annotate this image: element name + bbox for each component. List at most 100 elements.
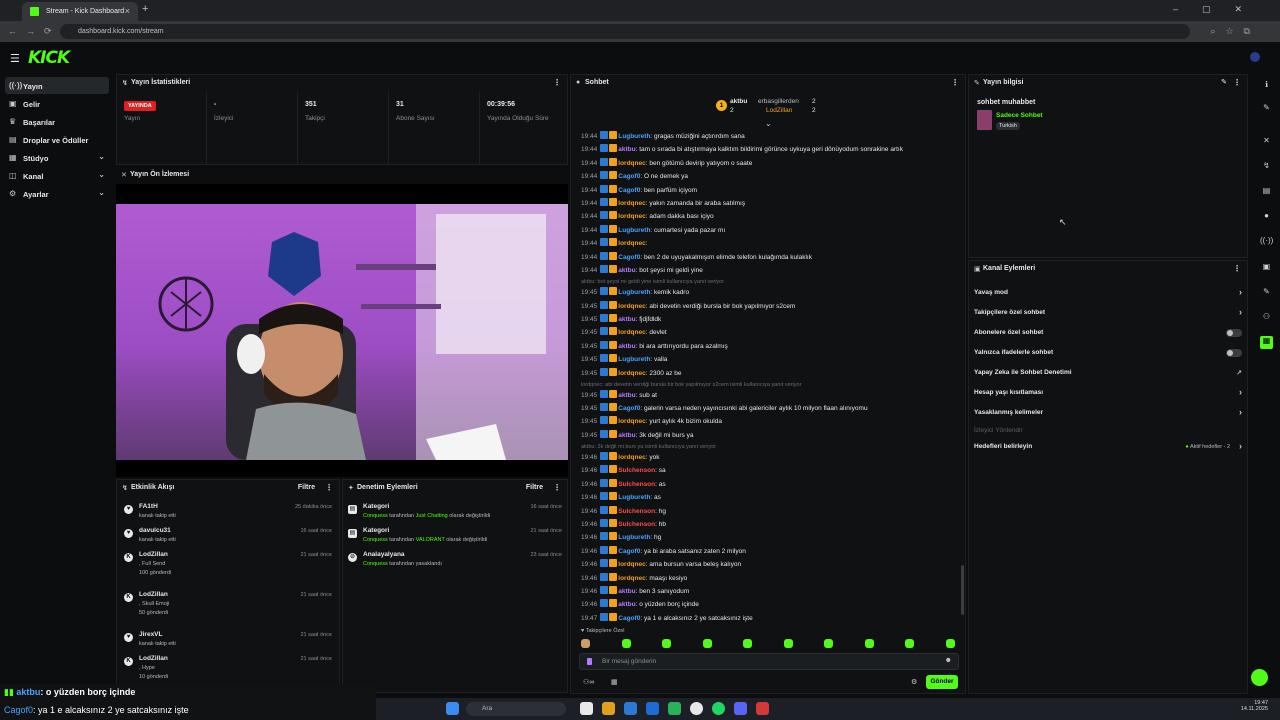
edit-rail-icon[interactable]: ✎ — [1260, 103, 1273, 116]
send-button[interactable]: Gönder — [926, 675, 958, 689]
users-rail-icon[interactable]: ⚇ — [1260, 312, 1273, 325]
filter-button[interactable]: Filtre — [526, 484, 543, 491]
more-icon[interactable]: ⋮ — [325, 483, 333, 492]
category-link[interactable]: Sadece Sohbet — [996, 112, 1043, 119]
sidebar-item-basarilar[interactable]: ♛ Başarılar — [5, 113, 109, 130]
obs-icon[interactable] — [756, 702, 769, 715]
message-user[interactable]: Cagof0 — [618, 173, 640, 180]
chat-scrollbar[interactable] — [961, 565, 964, 615]
active-rail-icon[interactable]: ▦ — [1260, 336, 1273, 349]
close-tab-icon[interactable]: × — [125, 6, 130, 16]
more-icon[interactable]: ⋮ — [1233, 78, 1241, 87]
emote-icon[interactable] — [864, 639, 874, 648]
action-banned-words[interactable]: Yasaklanmış kelimeler › — [974, 405, 1242, 421]
emote-icon[interactable] — [783, 639, 793, 648]
sidebar-item-yayin[interactable]: ((·)) Yayın — [5, 77, 109, 94]
message-user[interactable]: Sulchenson — [618, 467, 655, 474]
spotify-icon[interactable] — [712, 702, 725, 715]
message-user[interactable]: aktbu — [618, 267, 635, 274]
chrome-icon[interactable] — [690, 702, 703, 715]
message-user[interactable]: lordqnec — [618, 370, 645, 377]
sidebar-item-kanal[interactable]: ◫ Kanal ⌄ — [5, 167, 109, 184]
folder-icon[interactable] — [602, 702, 615, 715]
chat-tools-icon[interactable]: ⚇∞ — [583, 678, 594, 686]
activity-rail-icon[interactable]: ↯ — [1260, 161, 1273, 174]
emote-icon[interactable] — [945, 639, 955, 648]
message-user[interactable]: aktbu — [618, 392, 635, 399]
moderation-actor[interactable]: Conquess — [363, 561, 388, 567]
edit-icon[interactable]: ✎ — [1221, 78, 1227, 86]
message-user[interactable]: Lugbureth — [618, 133, 650, 140]
message-user[interactable]: lordqnec — [618, 213, 645, 220]
message-user[interactable]: Sulchenson — [618, 521, 655, 528]
action-subscribers-only[interactable]: Abonelere özel sohbet — [974, 325, 1242, 341]
chat-rail-icon[interactable]: ● — [1260, 211, 1273, 224]
message-user[interactable]: lordqnec — [618, 303, 645, 310]
message-user[interactable]: Sulchenson — [618, 481, 655, 488]
emote-icon[interactable] — [905, 639, 914, 648]
more-icon[interactable]: ⋮ — [553, 78, 561, 87]
message-user[interactable]: lordqnec — [618, 200, 645, 207]
message-user[interactable]: Lugbureth — [618, 227, 650, 234]
message-user[interactable]: Cagof0 — [618, 548, 640, 555]
emote-icon[interactable] — [581, 639, 590, 648]
moderation-actor[interactable]: Conquess — [363, 537, 388, 543]
edge-icon[interactable] — [624, 702, 637, 715]
chat-input[interactable]: Bir mesaj gönderin ☻ — [579, 653, 959, 670]
filter-button[interactable]: Filtre — [298, 484, 315, 491]
settings-icon[interactable]: ⚙ — [911, 678, 917, 686]
activity-user[interactable]: JirexVL — [139, 631, 163, 638]
action-followers-only[interactable]: Takipçilere özel sohbet › — [974, 305, 1242, 321]
message-user[interactable]: lordqnec — [618, 575, 645, 582]
gifter-name[interactable]: erbasgillerden — [758, 98, 799, 105]
info-icon[interactable]: ℹ — [1260, 80, 1273, 93]
calendar-icon[interactable]: ▦ — [611, 678, 618, 686]
action-goals[interactable]: Hedefleri belirleyin ● Aktif hedefler - 2… — [974, 439, 1242, 455]
message-user[interactable]: aktbu — [618, 432, 635, 439]
video-frame[interactable] — [116, 184, 568, 477]
message-user[interactable]: lordqnec — [618, 454, 645, 461]
sidebar-item-droplar[interactable]: ▤ Droplar ve Ödüller — [5, 131, 109, 148]
moderation-actor[interactable]: Conquess — [363, 513, 388, 519]
message-user[interactable]: Lugbureth — [618, 534, 650, 541]
tag-chip[interactable]: Turkish — [996, 122, 1020, 130]
message-user[interactable]: lordqnec — [618, 561, 645, 568]
clock[interactable]: 19:47 14.11.2025 — [1241, 700, 1268, 712]
gifter-name[interactable]: aktbu — [730, 98, 747, 105]
message-user[interactable]: lordqnec — [618, 160, 645, 167]
activity-user[interactable]: LodZillan — [139, 655, 168, 662]
message-user[interactable]: Sulchenson — [618, 508, 655, 515]
broadcast-rail-icon[interactable]: ((·)) — [1260, 236, 1273, 249]
document-rail-icon[interactable]: ▤ — [1260, 186, 1273, 199]
activity-user[interactable]: FA1tH — [139, 503, 158, 510]
message-user[interactable]: lordqnec — [618, 329, 645, 336]
emote-icon[interactable] — [621, 639, 631, 648]
preview-rail-icon[interactable]: ✕ — [1260, 136, 1273, 149]
emote-icon[interactable] — [702, 639, 712, 648]
message-user[interactable]: Lugbureth — [618, 356, 650, 363]
emote-only-toggle[interactable] — [1226, 349, 1242, 357]
discord-icon[interactable] — [734, 702, 747, 715]
sidebar-item-ayarlar[interactable]: ⚙ Ayarlar ⌄ — [5, 185, 109, 202]
subscribers-only-toggle[interactable] — [1226, 329, 1242, 337]
more-icon[interactable]: ⋮ — [553, 483, 561, 492]
gifter-name[interactable]: LodZillan — [766, 107, 792, 114]
message-user[interactable]: aktbu — [618, 146, 635, 153]
pin-collapse-icon[interactable]: ⌄ — [765, 119, 772, 128]
browser-toolbar-icons[interactable]: ⌕☆⧉ — [1210, 26, 1260, 37]
url-field[interactable]: dashboard.kick.com/stream — [60, 24, 1190, 39]
taskbar-search[interactable]: Ara — [466, 702, 566, 716]
kick-logo[interactable]: KICK — [28, 48, 70, 68]
more-icon[interactable]: ⋮ — [1233, 264, 1241, 273]
message-user[interactable]: Lugbureth — [618, 494, 650, 501]
browser-tab[interactable]: Stream - Kick Dashboard × — [22, 2, 138, 21]
message-user[interactable]: aktbu — [618, 588, 635, 595]
nav-buttons[interactable]: ←→⟳ — [8, 26, 61, 37]
whatsapp-icon[interactable] — [668, 702, 681, 715]
message-user[interactable]: Cagof0 — [618, 187, 640, 194]
sidebar-item-gelir[interactable]: ▣ Gelir — [5, 95, 109, 112]
message-user[interactable]: lordqnec — [618, 418, 645, 425]
actions-rail-icon[interactable]: ▣ — [1260, 262, 1273, 275]
sidebar-item-studyo[interactable]: ▦ Stüdyo ⌄ — [5, 149, 109, 166]
more-icon[interactable]: ⋮ — [951, 78, 959, 87]
